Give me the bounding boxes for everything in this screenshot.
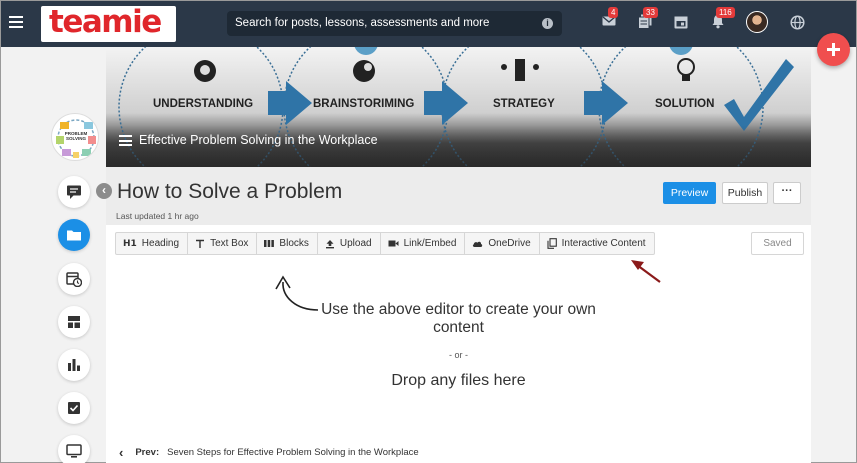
blocks-tool-label: Blocks xyxy=(279,238,309,249)
collapse-chevron-icon[interactable]: ‹ xyxy=(96,183,112,199)
page-title[interactable]: How to Solve a Problem xyxy=(117,180,342,204)
saved-status-button[interactable]: Saved xyxy=(751,232,804,255)
heading-tool-label: Heading xyxy=(141,238,180,249)
editor-hint: Use the above editor to create your own … xyxy=(321,301,596,336)
blocks-icon xyxy=(264,240,275,247)
messages-badge: 4 xyxy=(608,7,619,18)
checkbox-icon xyxy=(68,402,80,414)
onedrive-tool-label: OneDrive xyxy=(488,238,531,249)
lightbulb-icon xyxy=(677,58,695,81)
blocks-tool-button[interactable]: Blocks xyxy=(257,233,318,254)
upload-tool-button[interactable]: Upload xyxy=(318,233,381,254)
chess-strategy-icon xyxy=(501,59,539,81)
rail-posts-button[interactable] xyxy=(58,176,90,208)
course-thumbnail-text: PROBLEM SOLVING xyxy=(64,131,88,141)
prev-lesson-link[interactable]: ‹ Prev: Seven Steps for Effective Proble… xyxy=(119,445,419,460)
prev-lesson-title: Seven Steps for Effective Problem Solvin… xyxy=(167,447,419,458)
step-solution: SOLUTION xyxy=(655,98,715,110)
monitor-icon xyxy=(66,444,82,458)
text-icon xyxy=(196,239,205,248)
editor-toolbar: H1 Heading Text Box Blocks Upload Link/E… xyxy=(115,232,655,255)
notifications-icon[interactable]: 116 xyxy=(711,7,735,34)
chevron-left-icon: ‹ xyxy=(119,445,124,460)
user-avatar[interactable] xyxy=(746,11,768,33)
upload-icon xyxy=(325,239,334,248)
course-banner: UNDERSTANDING BRAINSTORIMING STRATEGY SO… xyxy=(106,47,811,167)
video-icon xyxy=(388,240,399,247)
publish-button[interactable]: Publish xyxy=(722,182,768,204)
heading-icon: H1 xyxy=(123,238,137,249)
add-button[interactable] xyxy=(817,33,850,66)
head-gear-icon xyxy=(353,60,375,82)
notifications-badge: 116 xyxy=(716,7,735,18)
info-icon[interactable]: i xyxy=(542,18,553,29)
logo-text: teamie xyxy=(49,4,162,40)
rail-calendar-button[interactable] xyxy=(58,263,90,295)
messages-icon[interactable]: 4 xyxy=(602,7,619,33)
onedrive-tool-button[interactable]: OneDrive xyxy=(465,233,540,254)
link-embed-tool-button[interactable]: Link/Embed xyxy=(381,233,466,254)
menu-icon[interactable] xyxy=(9,16,23,28)
posts-icon[interactable]: 33 xyxy=(638,7,658,34)
step-strategy: STRATEGY xyxy=(493,98,555,110)
posts-badge: 33 xyxy=(643,7,658,18)
rail-dashboard-button[interactable] xyxy=(58,306,90,338)
last-updated: Last updated 1 hr ago xyxy=(116,211,199,221)
red-pointer-arrow-icon xyxy=(631,260,661,283)
chat-icon xyxy=(67,185,81,199)
rail-tasks-button[interactable] xyxy=(58,392,90,424)
textbox-tool-label: Text Box xyxy=(210,238,249,249)
prev-label: Prev: xyxy=(135,447,160,458)
preview-button[interactable]: Preview xyxy=(663,182,716,204)
course-title[interactable]: Effective Problem Solving in the Workpla… xyxy=(139,133,378,147)
top-bar: teamie Search for posts, lessons, assess… xyxy=(1,1,856,47)
heading-tool-button[interactable]: H1 Heading xyxy=(116,233,189,254)
rail-screen-button[interactable] xyxy=(58,435,90,463)
globe-icon[interactable] xyxy=(790,15,805,35)
cloud-icon xyxy=(473,241,483,247)
step-understanding: UNDERSTANDING xyxy=(153,98,254,110)
interactive-content-tool-button[interactable]: Interactive Content xyxy=(540,233,654,254)
search-placeholder: Search for posts, lessons, assessments a… xyxy=(235,17,490,29)
lesson-content: How to Solve a Problem Last updated 1 hr… xyxy=(106,167,811,463)
drop-files-zone[interactable]: Drop any files here xyxy=(106,372,811,390)
bar-chart-icon xyxy=(68,359,80,371)
teamie-logo[interactable]: teamie xyxy=(41,4,176,42)
step-brainstorming: BRAINSTORIMING xyxy=(313,98,415,110)
more-options-button[interactable]: ··· xyxy=(773,182,801,204)
lesson-header: How to Solve a Problem Last updated 1 hr… xyxy=(106,167,811,225)
head-idea-icon xyxy=(194,60,216,82)
upload-tool-label: Upload xyxy=(339,238,372,249)
copy-icon xyxy=(547,238,557,249)
folder-icon xyxy=(67,230,81,241)
course-thumbnail[interactable]: PROBLEM SOLVING xyxy=(51,113,99,161)
calendar-icon[interactable] xyxy=(674,15,688,34)
dashboard-icon xyxy=(68,316,80,328)
textbox-tool-button[interactable]: Text Box xyxy=(188,233,258,254)
or-divider: - or - xyxy=(449,350,468,360)
search-input[interactable]: Search for posts, lessons, assessments a… xyxy=(227,11,562,36)
calendar-clock-icon xyxy=(66,272,82,287)
rail-analytics-button[interactable] xyxy=(58,349,90,381)
interactive-content-tool-label: Interactive Content xyxy=(561,238,646,249)
course-menu-icon[interactable] xyxy=(119,135,132,146)
rail-materials-button[interactable] xyxy=(58,219,90,251)
link-embed-tool-label: Link/Embed xyxy=(403,238,457,249)
